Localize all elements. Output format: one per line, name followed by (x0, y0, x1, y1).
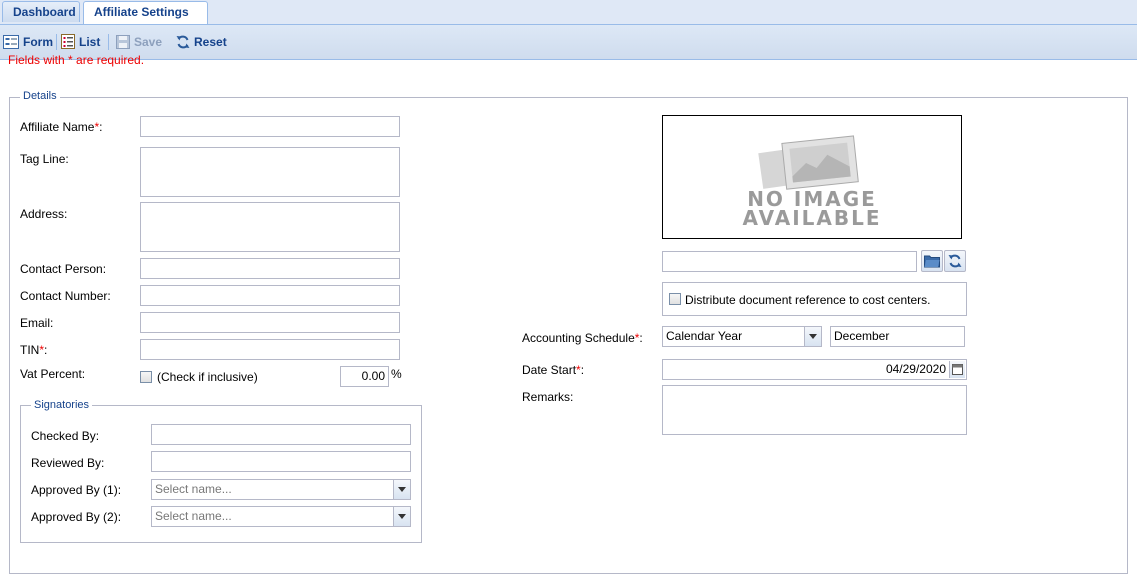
save-button[interactable]: Save (116, 34, 162, 50)
save-icon (116, 35, 130, 49)
tag-line-label: Tag Line: (20, 152, 69, 166)
form-button[interactable]: Form (3, 34, 53, 50)
tab-bar: Dashboard Affiliate Settings× (0, 0, 1137, 39)
date-start-label-text: Date Start (522, 363, 577, 377)
email-input[interactable] (140, 312, 400, 333)
tab-affiliate-settings[interactable]: Affiliate Settings× (83, 1, 208, 39)
accounting-schedule-select[interactable]: Calendar Year (662, 326, 822, 347)
affiliate-name-label-text: Affiliate Name (20, 120, 95, 134)
remarks-label: Remarks: (522, 390, 574, 404)
checked-by-input[interactable] (151, 424, 411, 445)
vat-percent-input[interactable]: 0.00 (340, 366, 389, 387)
refresh-image-button[interactable] (944, 250, 966, 272)
calendar-icon[interactable] (949, 361, 965, 378)
contact-person-label: Contact Person: (20, 262, 107, 276)
address-label: Address: (20, 207, 68, 221)
date-start-value: 04/29/2020 (885, 362, 946, 376)
label-colon: : (99, 120, 103, 134)
date-start-input[interactable]: 04/29/2020 (662, 359, 967, 380)
affiliate-logo-image: NO IMAGE AVAILABLE (662, 115, 962, 239)
approved-by-1-placeholder: Select name... (155, 482, 232, 496)
reset-button[interactable]: Reset (176, 34, 227, 50)
tin-input[interactable] (140, 339, 400, 360)
label-colon: : (639, 331, 643, 345)
reset-button-label: Reset (194, 35, 227, 49)
chevron-down-icon[interactable] (393, 507, 410, 526)
checked-by-label: Checked By: (31, 429, 100, 443)
contact-number-label: Contact Number: (20, 289, 111, 303)
no-image-icon (758, 135, 859, 190)
approved-by-1-select[interactable]: Select name... (151, 479, 411, 500)
email-label: Email: (20, 316, 54, 330)
vat-inclusive-checkbox[interactable] (140, 371, 152, 383)
contact-person-input[interactable] (140, 258, 400, 279)
distribute-checkbox[interactable] (669, 293, 681, 305)
required-note: Fields with * are required. (8, 53, 145, 67)
details-legend: Details (20, 90, 60, 102)
form-icon (3, 35, 19, 49)
accounting-schedule-label-text: Accounting Schedule (522, 331, 635, 345)
vat-percent-label: Vat Percent: (20, 367, 86, 381)
label-colon: : (44, 343, 48, 357)
reviewed-by-input[interactable] (151, 451, 411, 472)
list-button[interactable]: List (61, 34, 100, 50)
browse-image-button[interactable] (921, 250, 943, 272)
vat-percent-unit: % (391, 367, 402, 381)
toolbar: Form List Save Reset (0, 25, 1137, 60)
tab-dashboard[interactable]: Dashboard (2, 1, 80, 22)
distribute-label: Distribute document reference to cost ce… (685, 293, 931, 307)
contact-number-input[interactable] (140, 285, 400, 306)
affiliate-name-label: Affiliate Name*: (20, 120, 103, 134)
tin-label-text: TIN (20, 343, 40, 357)
signatories-legend: Signatories (31, 399, 93, 411)
tab-affiliate-settings-label: Affiliate Settings (94, 5, 189, 19)
approved-by-1-label: Approved By (1): (31, 483, 122, 497)
image-path-input[interactable] (662, 251, 917, 272)
toolbar-separator (56, 34, 57, 50)
tin-label: TIN*: (20, 343, 47, 357)
save-button-label: Save (134, 35, 163, 49)
tab-dashboard-label: Dashboard (13, 5, 76, 19)
approved-by-2-select[interactable]: Select name... (151, 506, 411, 527)
address-textarea[interactable] (140, 202, 400, 252)
date-start-label: Date Start*: (522, 363, 584, 377)
remarks-textarea[interactable] (662, 385, 967, 435)
approved-by-2-label: Approved By (2): (31, 510, 122, 524)
list-button-label: List (79, 35, 101, 49)
month-field[interactable]: December (830, 326, 965, 347)
approved-by-2-placeholder: Select name... (155, 509, 232, 523)
no-image-text-line2: AVAILABLE (742, 206, 882, 230)
toolbar-separator (108, 34, 109, 50)
vat-inclusive-label: (Check if inclusive) (157, 370, 258, 384)
accounting-schedule-value: Calendar Year (666, 329, 743, 343)
refresh-icon (948, 254, 962, 268)
chevron-down-icon[interactable] (804, 327, 821, 346)
affiliate-name-input[interactable] (140, 116, 400, 137)
label-colon: : (580, 363, 585, 377)
chevron-down-icon[interactable] (393, 480, 410, 499)
refresh-icon (176, 35, 190, 49)
tag-line-textarea[interactable] (140, 147, 400, 197)
form-button-label: Form (23, 35, 53, 49)
folder-icon (924, 255, 940, 268)
accounting-schedule-label: Accounting Schedule*: (522, 331, 643, 345)
reviewed-by-label: Reviewed By: (31, 456, 105, 470)
list-icon (61, 34, 75, 49)
